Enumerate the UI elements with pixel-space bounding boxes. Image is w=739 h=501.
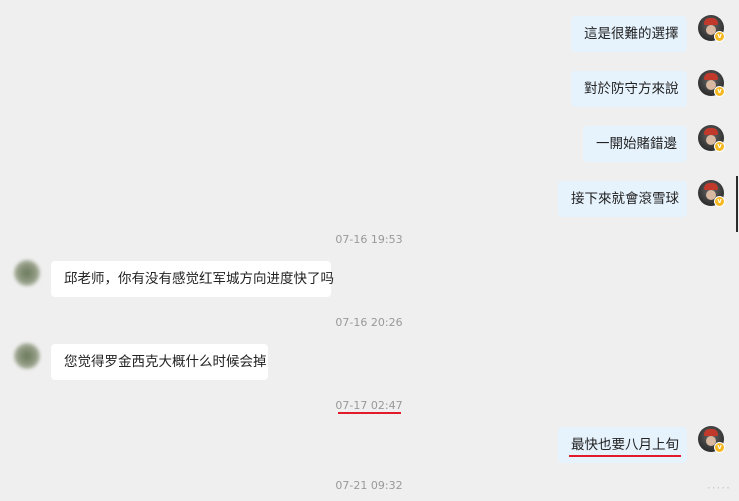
- timestamp: 07-16 20:26: [335, 316, 403, 329]
- timestamp: 07-17 02:47: [335, 399, 403, 412]
- verified-badge-icon: v: [714, 31, 725, 42]
- red-underline-annotation: [569, 455, 681, 457]
- message-text: 最快也要八月上旬: [571, 437, 679, 453]
- message-bubble-outgoing[interactable]: 一開始賭錯邊: [583, 126, 687, 162]
- verified-badge-icon: v: [714, 442, 725, 453]
- scrollbar[interactable]: [736, 176, 738, 232]
- message-bubble-incoming[interactable]: 邱老师，你有没有感觉红军城方向进度快了吗: [51, 261, 334, 297]
- cap-icon: [704, 128, 718, 135]
- message-text: 邱老师，你有没有感觉红军城方向进度快了吗: [64, 271, 334, 287]
- message-bubble-outgoing[interactable]: 最快也要八月上旬: [558, 427, 687, 463]
- message-text: 對於防守方來說: [584, 81, 679, 97]
- timestamp: 07-16 19:53: [335, 233, 403, 246]
- verified-badge-icon: v: [714, 86, 725, 97]
- verified-badge-icon: v: [714, 141, 725, 152]
- red-underline-annotation: [338, 412, 401, 414]
- watermark: ·····: [706, 481, 731, 495]
- message-bubble-incoming[interactable]: 您觉得罗金西克大概什么时候会掉: [51, 344, 268, 380]
- avatar-contact[interactable]: [14, 343, 40, 369]
- message-bubble-outgoing[interactable]: 接下來就會滾雪球: [558, 181, 687, 217]
- message-text: 這是很難的選擇: [584, 26, 679, 42]
- cap-icon: [704, 183, 718, 190]
- cap-icon: [704, 73, 718, 80]
- cap-icon: [704, 18, 718, 25]
- message-text: 您觉得罗金西克大概什么时候会掉: [64, 354, 267, 370]
- message-bubble-outgoing[interactable]: 對於防守方來說: [571, 71, 687, 107]
- message-text: 接下來就會滾雪球: [571, 191, 679, 207]
- message-text: 一開始賭錯邊: [596, 136, 677, 152]
- avatar-contact[interactable]: [14, 260, 40, 286]
- verified-badge-icon: v: [714, 196, 725, 207]
- timestamp: 07-21 09:32: [335, 479, 403, 492]
- message-bubble-outgoing[interactable]: 這是很難的選擇: [571, 16, 687, 52]
- cap-icon: [704, 429, 718, 436]
